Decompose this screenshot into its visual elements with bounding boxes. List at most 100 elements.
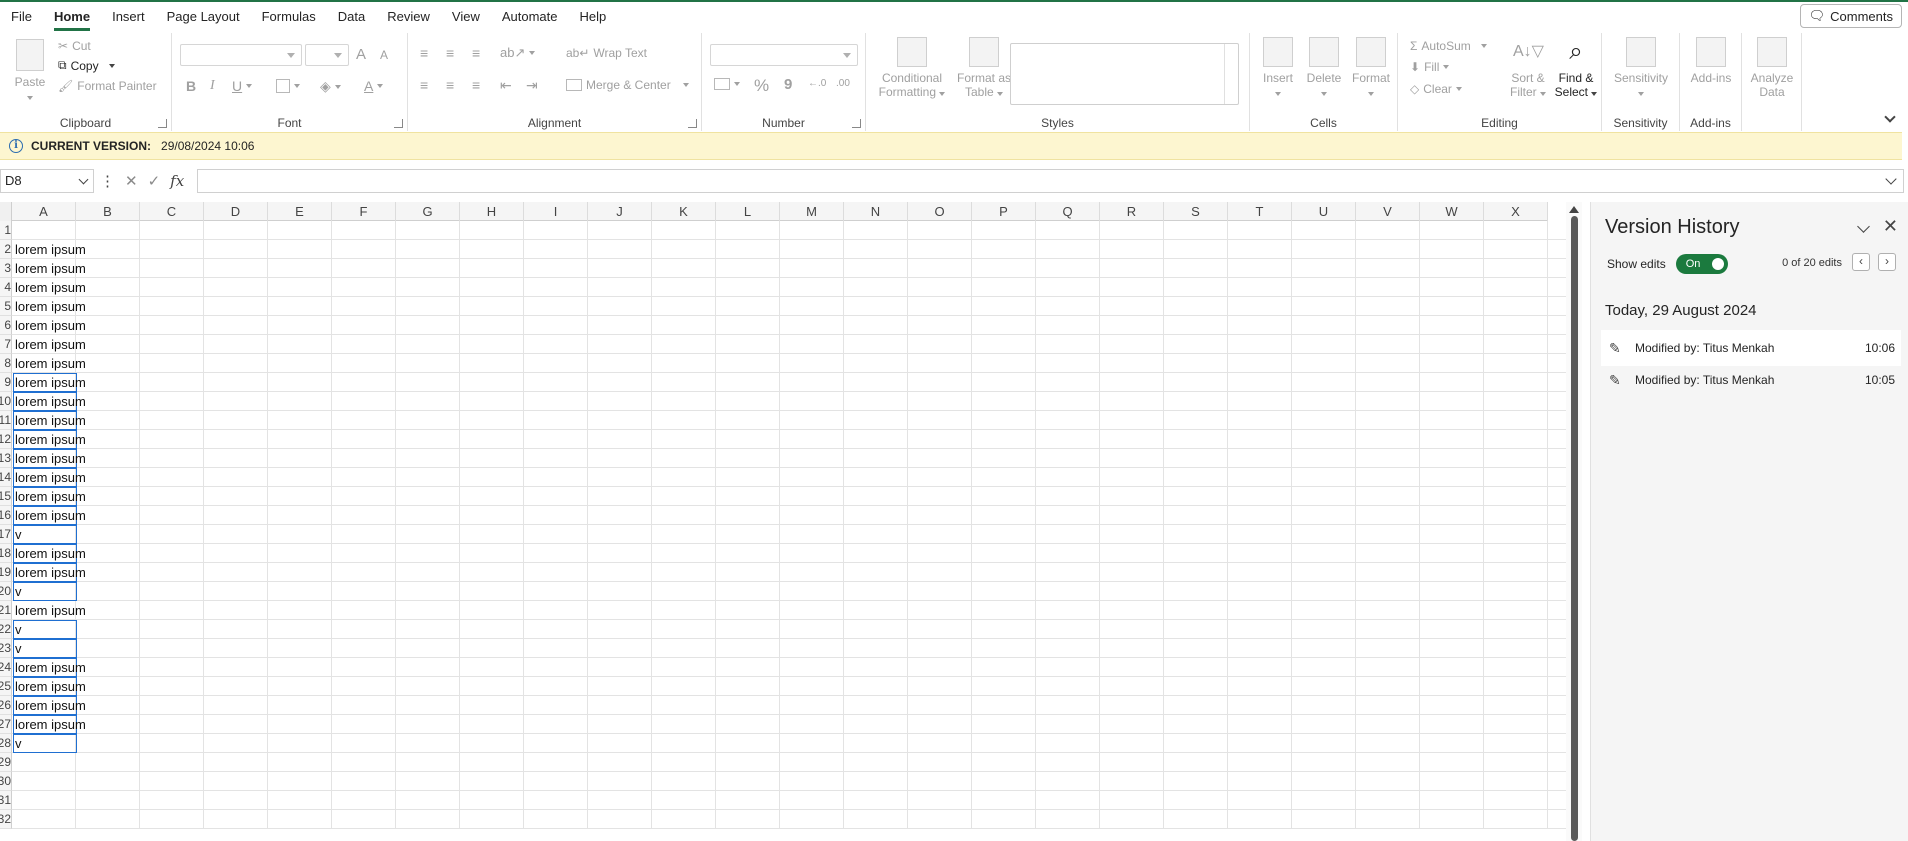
row-header[interactable]: 23 <box>0 639 12 658</box>
row-header[interactable]: 5 <box>0 297 12 316</box>
row-header[interactable]: 21 <box>0 601 12 620</box>
cell-a[interactable]: v <box>12 639 22 658</box>
cell-a[interactable]: lorem ipsum <box>12 278 86 297</box>
cell-a[interactable]: lorem ipsum <box>12 373 86 392</box>
cell-a[interactable]: lorem ipsum <box>12 335 86 354</box>
row-header[interactable]: 11 <box>0 411 12 430</box>
row-cells[interactable] <box>12 392 1566 411</box>
format-painter-button[interactable]: 🖌 Format Painter <box>58 79 157 93</box>
font-size-select[interactable] <box>305 44 349 66</box>
collapse-ribbon-icon[interactable] <box>1884 111 1896 123</box>
column-header-g[interactable]: G <box>396 202 460 221</box>
cell-a[interactable] <box>12 753 15 772</box>
cell-a[interactable] <box>12 772 15 791</box>
row-cells[interactable] <box>12 639 1566 658</box>
bold-button[interactable]: B <box>186 78 196 94</box>
column-header-l[interactable]: L <box>716 202 780 221</box>
row-header[interactable]: 25 <box>0 677 12 696</box>
cell-a[interactable]: lorem ipsum <box>12 563 86 582</box>
increase-decimal-button[interactable]: ←.0 <box>808 78 826 89</box>
accounting-format-button[interactable] <box>714 78 740 90</box>
chevron-down-icon[interactable] <box>1857 220 1870 233</box>
cell-a[interactable]: lorem ipsum <box>12 677 86 696</box>
cell-a[interactable]: lorem ipsum <box>12 430 86 449</box>
comments-button[interactable]: 🗨 Comments <box>1799 4 1902 28</box>
next-edit-button[interactable]: › <box>1878 253 1896 271</box>
row-header[interactable]: 3 <box>0 259 12 278</box>
row-cells[interactable] <box>12 791 1566 810</box>
row-cells[interactable] <box>12 487 1566 506</box>
autosum-button[interactable]: Σ AutoSum <box>1410 39 1487 53</box>
format-cells-button[interactable]: Format <box>1348 37 1394 99</box>
insert-cells-button[interactable]: Insert <box>1256 37 1300 99</box>
column-header-k[interactable]: K <box>652 202 716 221</box>
align-right-button[interactable]: ≡ <box>472 77 480 93</box>
gallery-scroll[interactable] <box>1224 44 1238 104</box>
align-middle-button[interactable]: ≡ <box>446 45 454 61</box>
cell-a[interactable]: v <box>12 734 22 753</box>
column-header-i[interactable]: I <box>524 202 588 221</box>
addins-button[interactable]: Add-ins <box>1684 37 1738 85</box>
cell-a[interactable] <box>12 221 15 240</box>
name-box[interactable]: D8 <box>0 169 94 193</box>
row-cells[interactable] <box>12 677 1566 696</box>
cell-a[interactable]: lorem ipsum <box>12 392 86 411</box>
column-header-x[interactable]: X <box>1484 202 1548 221</box>
column-header-w[interactable]: W <box>1420 202 1484 221</box>
cancel-icon[interactable]: ✕ <box>125 172 138 190</box>
row-header[interactable]: 16 <box>0 506 12 525</box>
cell-a[interactable]: lorem ipsum <box>12 487 86 506</box>
cell-a[interactable]: lorem ipsum <box>12 658 86 677</box>
column-header-o[interactable]: O <box>908 202 972 221</box>
column-header-c[interactable]: C <box>140 202 204 221</box>
cell-a[interactable]: lorem ipsum <box>12 715 86 734</box>
orientation-button[interactable]: ab↗ <box>500 45 536 61</box>
column-header-m[interactable]: M <box>780 202 844 221</box>
row-header[interactable]: 28 <box>0 734 12 753</box>
row-header[interactable]: 24 <box>0 658 12 677</box>
cell-styles-gallery[interactable] <box>1010 43 1239 105</box>
cut-button[interactable]: ✂ Cut <box>58 39 91 53</box>
tab-page-layout[interactable]: Page Layout <box>156 2 251 32</box>
row-cells[interactable] <box>12 240 1566 259</box>
tab-insert[interactable]: Insert <box>101 2 156 32</box>
clear-button[interactable]: ◇ Clear <box>1410 82 1462 96</box>
dialog-launcher-icon[interactable] <box>852 119 861 128</box>
cell-a[interactable]: lorem ipsum <box>12 696 86 715</box>
previous-edit-button[interactable]: ‹ <box>1852 253 1870 271</box>
worksheet-grid[interactable]: ABCDEFGHIJKLMNOPQRSTUVWX 1 2 lorem ipsum 3 l… <box>0 202 1566 841</box>
row-header[interactable]: 8 <box>0 354 12 373</box>
column-header-q[interactable]: Q <box>1036 202 1100 221</box>
align-bottom-button[interactable]: ≡ <box>472 45 480 61</box>
row-cells[interactable] <box>12 772 1566 791</box>
conditional-formatting-button[interactable]: Conditional Formatting <box>874 37 950 99</box>
delete-cells-button[interactable]: Delete <box>1302 37 1346 99</box>
row-cells[interactable] <box>12 525 1566 544</box>
insert-function-icon[interactable]: fx <box>170 172 184 190</box>
grow-font-button[interactable]: A <box>356 46 366 63</box>
formula-input[interactable] <box>197 169 1904 193</box>
cell-a[interactable]: lorem ipsum <box>12 449 86 468</box>
analyze-data-button[interactable]: Analyze Data <box>1746 37 1798 99</box>
row-cells[interactable] <box>12 316 1566 335</box>
tab-file[interactable]: File <box>0 2 43 32</box>
column-header-s[interactable]: S <box>1164 202 1228 221</box>
row-header[interactable]: 20 <box>0 582 12 601</box>
enter-icon[interactable]: ✓ <box>148 172 161 190</box>
font-color-button[interactable]: A <box>364 78 384 94</box>
cell-a[interactable]: lorem ipsum <box>12 468 86 487</box>
font-name-select[interactable] <box>180 44 302 66</box>
cell-a[interactable]: v <box>12 620 22 639</box>
cell-a[interactable]: v <box>12 525 22 544</box>
vertical-scrollbar[interactable] <box>1566 202 1582 841</box>
row-cells[interactable] <box>12 278 1566 297</box>
row-header[interactable]: 7 <box>0 335 12 354</box>
find-select-button[interactable]: ⌕ Find & Select <box>1552 37 1600 99</box>
row-header[interactable]: 27 <box>0 715 12 734</box>
row-cells[interactable] <box>12 658 1566 677</box>
cell-a[interactable]: v <box>12 582 22 601</box>
row-header[interactable]: 9 <box>0 373 12 392</box>
row-cells[interactable] <box>12 715 1566 734</box>
row-cells[interactable] <box>12 734 1566 753</box>
scroll-thumb[interactable] <box>1571 216 1578 841</box>
